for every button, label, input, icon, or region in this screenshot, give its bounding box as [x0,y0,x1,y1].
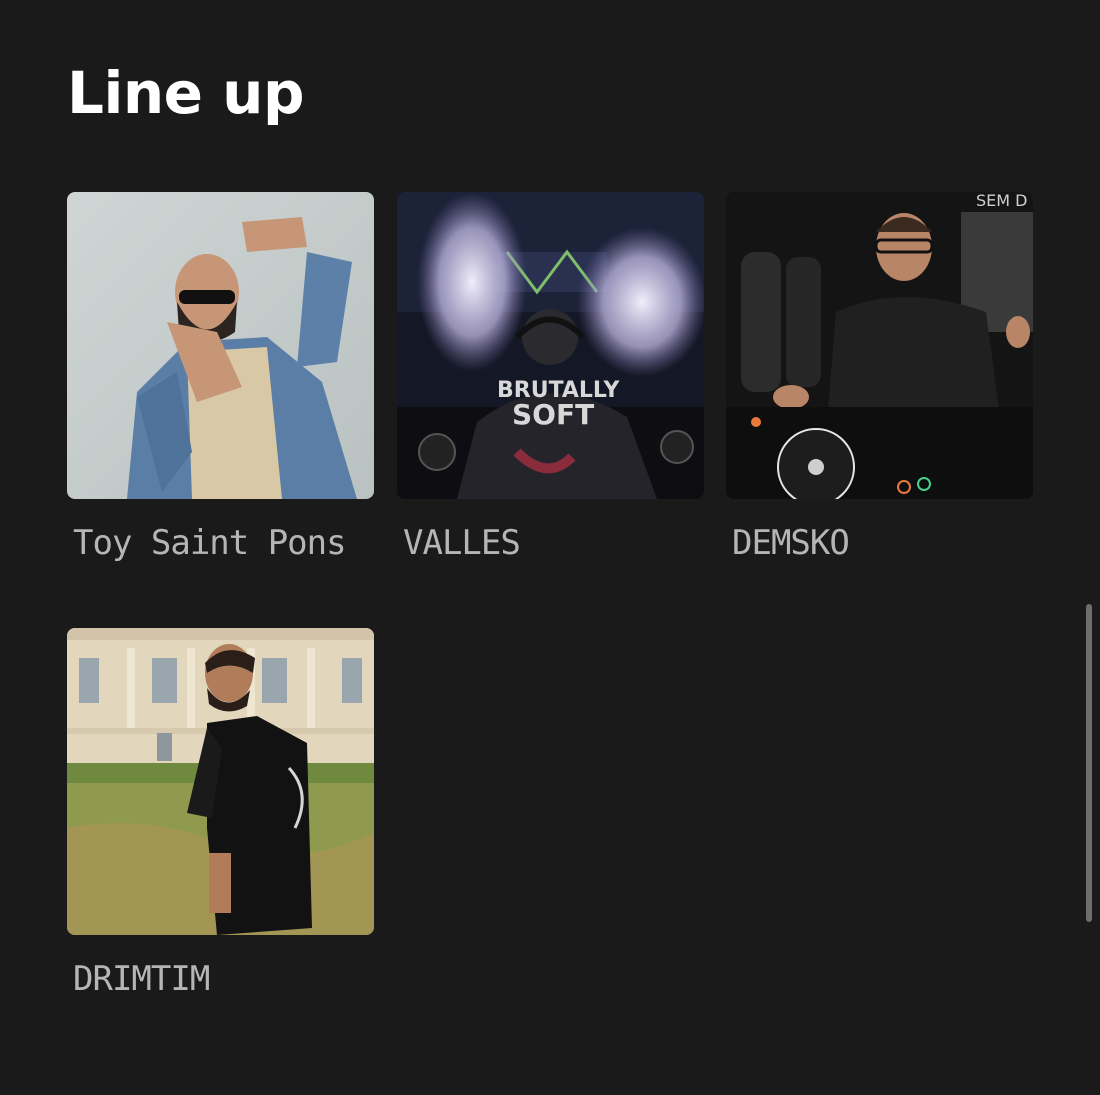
page-title: Line up [67,59,304,127]
artist-card-drimtim[interactable]: DRIMTIM [67,628,374,1001]
artist-photo[interactable]: BRUTALLY SOFT [397,192,704,499]
artist-card-demsko[interactable]: SEM D DEMSKO [726,192,1033,565]
artist-card-toy-saint-pons[interactable]: Toy Saint Pons [67,192,374,565]
artist-photo-image: BRUTALLY SOFT [397,192,704,499]
artist-photo-image [67,192,374,499]
lineup-page: Line up Toy Saint Pons BRUTALLY SOFT VAL… [0,0,1100,1095]
artist-name: VALLES [403,523,521,563]
artist-name: Toy Saint Pons [73,523,347,563]
scrollbar[interactable] [1086,604,1092,922]
wall-sign-text: SEM D [976,192,1027,210]
artist-photo-image: SEM D [726,192,1033,499]
artist-photo[interactable] [67,628,374,935]
artist-name: DEMSKO [732,523,850,563]
artist-photo-image [67,628,374,935]
shirt-text: SOFT [512,398,594,431]
artist-photo[interactable]: SEM D [726,192,1033,499]
artist-photo[interactable] [67,192,374,499]
artist-card-valles[interactable]: BRUTALLY SOFT VALLES [397,192,704,565]
artist-name: DRIMTIM [73,959,210,999]
